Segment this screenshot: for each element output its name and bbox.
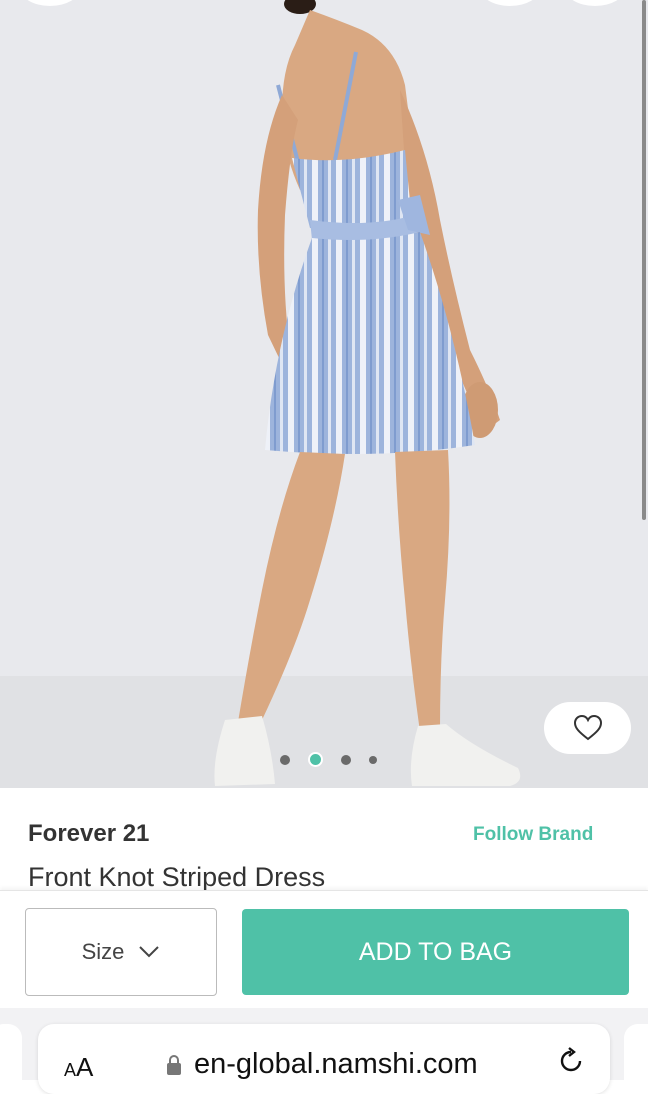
product-title: Front Knot Striped Dress [28,862,326,890]
browser-toolbar: AA en-global.namshi.com [0,1008,648,1094]
action-bar: Size ADD TO BAG [0,890,648,1009]
next-tab-card[interactable] [624,1024,648,1094]
pagination-dot[interactable] [280,754,290,765]
follow-brand-link[interactable]: Follow Brand [473,824,593,846]
pagination-dot[interactable] [369,755,377,764]
text-size-button[interactable]: AA [64,1052,93,1083]
pagination-dot[interactable] [341,754,351,765]
brand-name[interactable]: Forever 21 [28,820,149,848]
pagination-dot-active[interactable] [308,752,323,767]
page-scrollbar[interactable] [642,0,646,520]
product-image-gallery[interactable] [0,0,648,788]
wishlist-button[interactable] [544,702,631,754]
add-to-bag-button[interactable]: ADD TO BAG [242,909,629,995]
size-selector[interactable]: Size [25,908,217,996]
lock-icon [167,1055,181,1075]
address-bar[interactable]: AA en-global.namshi.com [38,1024,610,1094]
product-image [214,0,521,786]
reload-icon[interactable] [556,1046,586,1076]
chevron-down-icon [139,946,160,958]
previous-tab-card[interactable] [0,1024,22,1094]
size-label: Size [81,939,125,964]
url-text[interactable]: en-global.namshi.com [194,1048,478,1081]
gallery-pagination[interactable] [280,752,377,767]
heart-icon [573,714,602,741]
